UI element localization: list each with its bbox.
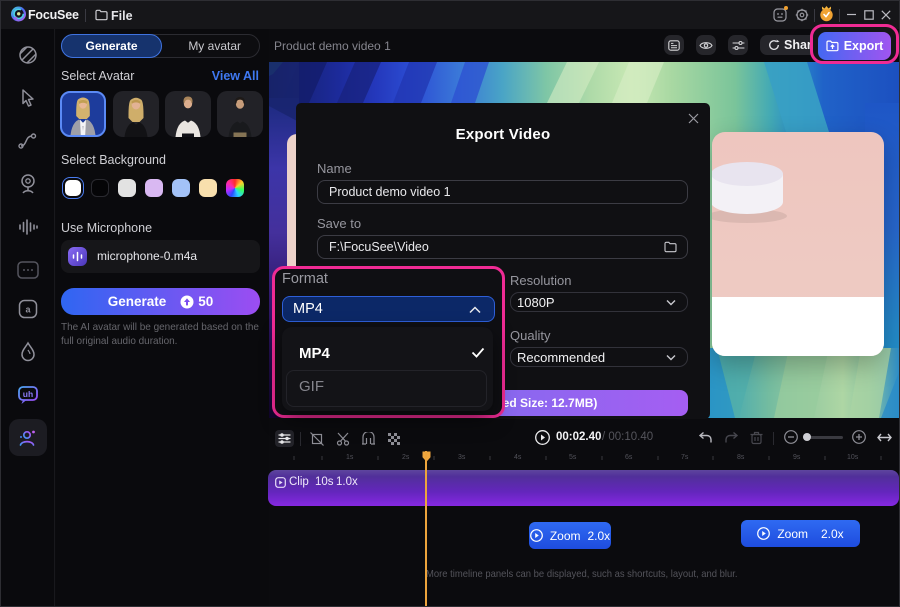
svg-text:uh: uh bbox=[23, 389, 33, 399]
svg-text:a: a bbox=[25, 305, 31, 315]
